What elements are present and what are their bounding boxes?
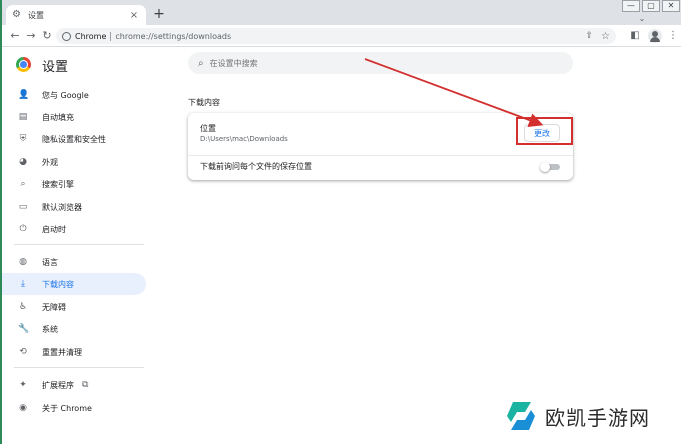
sidebar-item-label: 隐私设置和安全性 [42, 134, 106, 144]
sidebar-item-on-startup[interactable]: ⏻ 启动时 [2, 218, 146, 240]
sidebar-item-downloads[interactable]: ⤓ 下载内容 [2, 273, 146, 295]
sidebar-item-label: 无障碍 [42, 302, 66, 312]
chrome-icon: ◉ [19, 403, 27, 413]
sidebar-item-search-engine[interactable]: ⌕ 搜索引擎 [2, 173, 146, 195]
sidebar-item-you-and-google[interactable]: 👤 您与 Google [2, 84, 146, 106]
watermark-logo-icon [507, 402, 535, 430]
share-icon[interactable]: ⇪ [585, 31, 593, 41]
sidebar-item-label: 您与 Google [42, 90, 89, 100]
sidebar-item-languages[interactable]: ◍ 语言 [2, 251, 146, 273]
omnibox-separator [110, 31, 112, 41]
settings-search[interactable]: ⌕ [188, 52, 573, 74]
tab-title: 设置 [28, 10, 44, 20]
ask-location-label: 下载前询问每个文件的保存位置 [200, 162, 312, 171]
chrome-site-icon [62, 31, 71, 41]
profile-avatar-icon[interactable] [648, 29, 662, 43]
forward-button[interactable]: → [24, 29, 38, 43]
sidebar-item-accessibility[interactable]: ♿ 无障碍 [2, 296, 146, 318]
site-label: Chrome [75, 31, 107, 41]
accessibility-icon: ♿ [18, 302, 28, 312]
sidebar-item-reset[interactable]: ⟲ 重置并清理 [2, 341, 146, 363]
watermark-text: 欧凯手游网 [545, 405, 650, 430]
sidebar-divider [14, 244, 144, 245]
palette-icon: ◕ [19, 157, 27, 167]
sidebar-item-label: 关于 Chrome [42, 403, 92, 413]
search-icon: ⌕ [20, 179, 26, 189]
sidebar-item-label: 启动时 [42, 224, 66, 234]
tab-close-icon[interactable]: × [128, 10, 140, 21]
back-button[interactable]: ← [8, 29, 22, 43]
menu-kebab-icon[interactable]: ⋮ [666, 29, 680, 43]
globe-icon: ◍ [19, 257, 27, 267]
browser-toolbar: ← → ↻ Chrome chrome://settings/downloads… [2, 25, 681, 47]
tab-settings[interactable]: ⚙ 设置 × [6, 5, 146, 25]
sidebar-item-privacy[interactable]: ⛨ 隐私设置和安全性 [2, 128, 146, 150]
sidebar-item-about-chrome[interactable]: ◉ 关于 Chrome [2, 397, 146, 419]
sidebar-item-label: 搜索引擎 [42, 179, 74, 189]
sidebar-item-label: 下载内容 [42, 279, 74, 289]
toggle-knob [540, 162, 550, 172]
clipboard-icon: ▤ [18, 112, 28, 122]
sidebar-item-extensions[interactable]: ✦ 扩展程序 ⧉ [2, 374, 146, 396]
reload-button[interactable]: ↻ [40, 29, 54, 43]
location-label: 位置 [200, 124, 216, 133]
sidebar-item-label: 自动填充 [42, 112, 74, 122]
tab-search-icon[interactable]: ⌄ [636, 14, 648, 23]
address-bar[interactable]: Chrome chrome://settings/downloads ⇪ ☆ [56, 28, 616, 44]
sidebar-item-label: 语言 [42, 257, 58, 267]
annotation-highlight-box [516, 117, 573, 145]
shield-icon: ⛨ [19, 134, 27, 144]
sidebar-item-system[interactable]: 🔧 系统 [2, 318, 146, 340]
minimize-button[interactable]: — [622, 0, 640, 12]
tab-strip: ⚙ 设置 × + [2, 0, 681, 25]
reset-icon: ⟲ [19, 347, 27, 357]
sidebar-item-autofill[interactable]: ▤ 自动填充 [2, 106, 146, 128]
power-icon: ⏻ [19, 224, 27, 234]
watermark: 欧凯手游网 [503, 398, 650, 434]
puzzle-icon: ✦ [19, 380, 27, 390]
bookmark-star-icon[interactable]: ☆ [601, 31, 610, 42]
person-icon: 👤 [18, 90, 30, 100]
new-tab-button[interactable]: + [152, 7, 166, 21]
sidebar-item-label: 默认浏览器 [42, 202, 82, 212]
sidebar-item-label: 重置并清理 [42, 347, 82, 357]
download-icon: ⤓ [21, 279, 25, 289]
maximize-button[interactable]: ▢ [642, 0, 660, 12]
page-title: 设置 [42, 60, 69, 75]
sidebar-item-appearance[interactable]: ◕ 外观 [2, 151, 146, 173]
close-window-button[interactable]: ✕ [662, 0, 680, 12]
location-path: D:\Users\mac\Downloads [200, 135, 288, 143]
sidebar-divider [14, 367, 144, 368]
sidebar-item-label: 外观 [42, 157, 58, 167]
browser-icon: ▭ [18, 202, 28, 212]
chrome-logo-icon [16, 57, 31, 72]
url-text[interactable]: chrome://settings/downloads [115, 32, 579, 41]
settings-search-input[interactable] [209, 58, 550, 68]
section-title-downloads: 下载内容 [188, 98, 220, 107]
card-divider [188, 155, 573, 156]
gear-icon: ⚙ [12, 9, 21, 20]
wrench-icon: 🔧 [18, 324, 30, 334]
search-icon: ⌕ [198, 57, 204, 69]
external-link-icon: ⧉ [82, 380, 89, 390]
side-panel-icon[interactable]: ◧ [628, 29, 642, 43]
sidebar-item-label: 扩展程序 [42, 380, 74, 390]
ask-location-toggle[interactable] [540, 162, 560, 172]
sidebar-item-default-browser[interactable]: ▭ 默认浏览器 [2, 196, 146, 218]
sidebar-item-label: 系统 [42, 324, 58, 334]
